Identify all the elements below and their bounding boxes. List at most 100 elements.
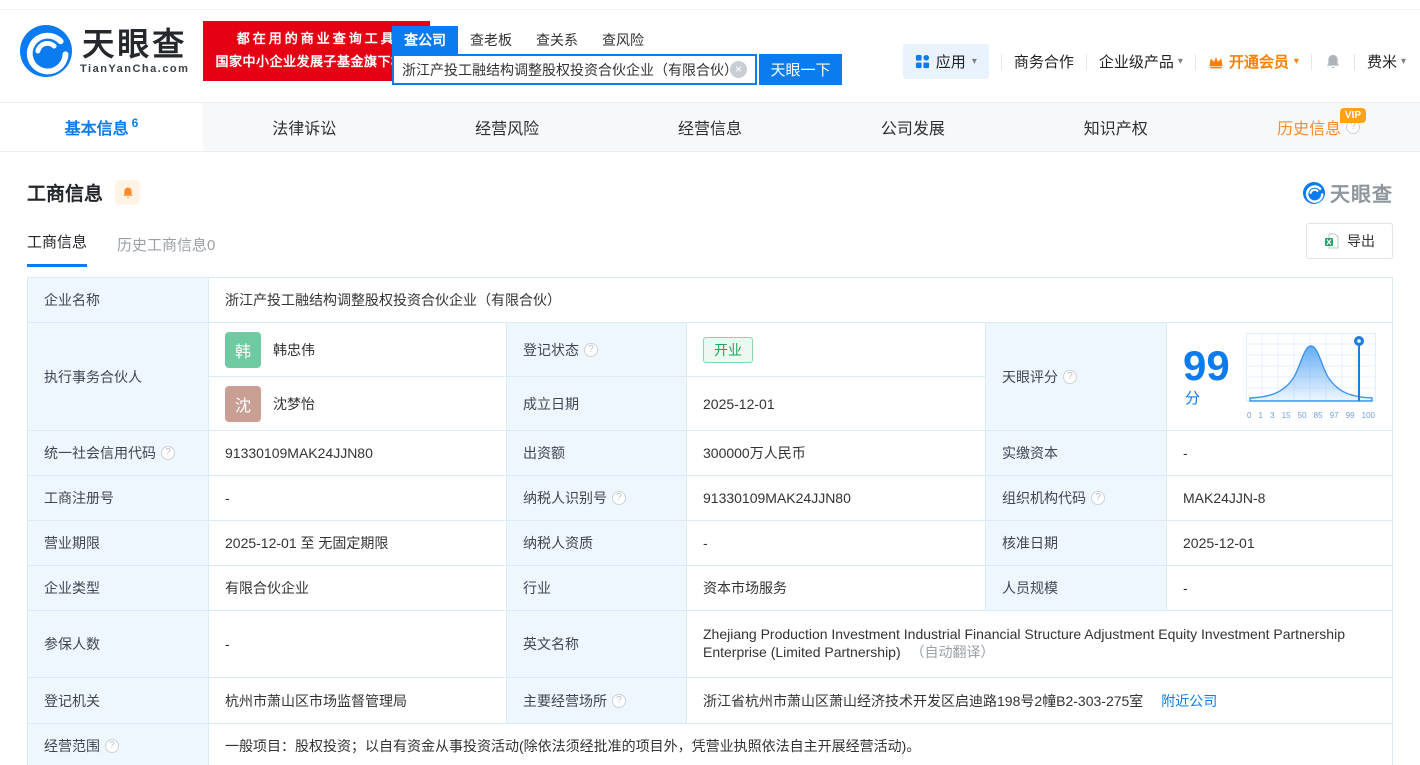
nav-divider xyxy=(1000,53,1002,70)
business-term-value: 2025-12-01 至 无固定期限 xyxy=(208,520,507,566)
partner-name[interactable]: 韩忠伟 xyxy=(273,340,315,360)
app-grid-icon xyxy=(915,54,929,69)
tab-legal-lawsuits[interactable]: 法律诉讼 xyxy=(203,103,406,151)
address-label-cell: 主要经营场所 ? xyxy=(506,677,687,724)
help-icon[interactable]: ? xyxy=(1091,491,1105,505)
nav-business-cooperation[interactable]: 商务合作 xyxy=(1014,51,1074,72)
help-icon[interactable]: ? xyxy=(161,446,175,460)
org-code-label-cell: 组织机构代码 ? xyxy=(985,475,1167,521)
scope-value: 一般项目：股权投资；以自有资金从事投资活动(除依法须经批准的项目外，凭营业执照依… xyxy=(208,723,1393,765)
status-label-cell: 登记状态 ? xyxy=(506,322,687,377)
clear-search-icon[interactable]: × xyxy=(730,61,747,78)
slogan-line2: 国家中小企业发展子基金旗下机构 xyxy=(215,54,418,69)
tab-operating-risk[interactable]: 经营风险 xyxy=(406,103,609,151)
business-info-section: 工商信息 天眼查 工商信息 历史工商信息0 导出 企业名称 浙江产投工融结构调整… xyxy=(0,178,1420,765)
bell-icon xyxy=(1326,54,1339,68)
subtab-history-business-info[interactable]: 历史工商信息0 xyxy=(117,234,215,267)
search-tab-relation[interactable]: 查关系 xyxy=(524,26,590,54)
help-icon[interactable]: ? xyxy=(1063,369,1077,384)
nav-enterprise-products[interactable]: 企业级产品 ▾ xyxy=(1099,51,1183,72)
auto-translate-note: （自动翻译） xyxy=(910,644,995,660)
established-label: 成立日期 xyxy=(506,376,687,431)
status-badge: 开业 xyxy=(703,336,753,363)
paidin-capital-label: 实缴资本 xyxy=(985,430,1167,476)
score-distribution-chart: 01 3 15 50 85 97 99 100 xyxy=(1246,333,1376,420)
avatar[interactable]: 韩 xyxy=(225,331,261,368)
english-name-label: 英文名称 xyxy=(506,610,687,678)
top-divider xyxy=(0,0,1420,10)
tab-history-info[interactable]: VIP 历史信息 ? xyxy=(1217,103,1420,151)
vip-label: 开通会员 xyxy=(1228,54,1289,71)
apps-menu-button[interactable]: 应用 ▾ xyxy=(902,44,989,79)
credit-code-label: 统一社会信用代码 xyxy=(44,445,156,461)
watermark-text: 天眼查 xyxy=(1330,184,1393,206)
score-label: 天眼评分 xyxy=(1002,368,1058,385)
nav-divider xyxy=(1353,53,1355,70)
partner-name[interactable]: 沈梦怡 xyxy=(273,394,315,414)
chevron-down-icon: ▾ xyxy=(1177,56,1183,67)
table-row: 工商注册号 - 纳税人识别号 ? 91330109MAK24JJN80 组织机构… xyxy=(27,475,1393,521)
search-area: 查公司 查老板 查关系 查风险 × 天眼一下 xyxy=(392,26,842,85)
subtab-business-info[interactable]: 工商信息 xyxy=(27,231,88,267)
capital-label: 出资额 xyxy=(506,430,687,476)
username: 费米 xyxy=(1366,54,1397,71)
table-row: 企业类型 有限合伙企业 行业 资本市场服务 人员规模 - xyxy=(27,565,1393,611)
export-button[interactable]: 导出 xyxy=(1306,223,1393,259)
approval-date-value: 2025-12-01 xyxy=(1166,520,1393,566)
search-button[interactable]: 天眼一下 xyxy=(759,54,842,85)
apps-label: 应用 xyxy=(935,54,966,71)
help-icon[interactable]: ? xyxy=(105,739,119,753)
nav-divider xyxy=(1194,53,1196,70)
nav-divider xyxy=(1310,53,1312,70)
established-value: 2025-12-01 xyxy=(686,376,986,431)
company-type-value: 有限合伙企业 xyxy=(208,565,507,611)
search-tab-boss[interactable]: 查老板 xyxy=(458,26,524,54)
scope-label-cell: 经营范围 ? xyxy=(27,723,209,765)
score-label-cell: 天眼评分 ? xyxy=(985,322,1167,431)
help-icon[interactable]: ? xyxy=(612,693,626,708)
score-number: 99分 xyxy=(1183,345,1232,408)
taxpayer-id-label-cell: 纳税人识别号 ? xyxy=(506,475,687,521)
help-icon[interactable]: ? xyxy=(584,342,598,357)
partner-cell: 沈 沈梦怡 xyxy=(208,376,507,431)
company-name-value: 浙江产投工融结构调整股权投资合伙企业（有限合伙） xyxy=(208,277,1393,323)
nearby-companies-link[interactable]: 附近公司 xyxy=(1161,693,1217,709)
capital-value: 300000万人民币 xyxy=(686,430,986,476)
site-header: 天眼查 TianYanCha.com 都在用的商业查询工具 国家中小企业发展子基… xyxy=(0,10,1420,92)
site-logo[interactable]: 天眼查 TianYanCha.com xyxy=(20,25,189,77)
staff-size-value: - xyxy=(1166,565,1393,611)
table-row: 执行事务合伙人 韩 韩忠伟 登记状态 ? 开业 天眼评分 ? 99分 0 1 3… xyxy=(27,322,1393,431)
notification-bell-button[interactable] xyxy=(1324,53,1342,71)
status-label: 登记状态 xyxy=(523,341,579,358)
tab-label: 基本信息 xyxy=(64,121,129,138)
table-row: 统一社会信用代码 ? 91330109MAK24JJN80 出资额 300000… xyxy=(27,430,1393,476)
section-title: 工商信息 xyxy=(27,184,104,205)
avatar[interactable]: 沈 xyxy=(225,385,261,422)
tianyancha-logo-icon xyxy=(1303,181,1325,204)
search-tabs: 查公司 查老板 查关系 查风险 xyxy=(392,26,842,54)
user-menu[interactable]: 费米 ▾ xyxy=(1367,51,1406,72)
tab-label: 历史信息 xyxy=(1277,121,1342,138)
top-nav: 应用 ▾ 商务合作 企业级产品 ▾ 开通会员 ▾ 费米 ▾ xyxy=(902,44,1406,79)
table-row: 营业期限 2025-12-01 至 无固定期限 纳税人资质 - 核准日期 202… xyxy=(27,520,1393,566)
chart-x-ticks: 01 3 15 50 85 97 99 100 xyxy=(1247,411,1375,420)
tab-operating-info[interactable]: 经营信息 xyxy=(609,103,812,151)
search-tab-company[interactable]: 查公司 xyxy=(392,26,458,54)
reg-number-label: 工商注册号 xyxy=(27,475,209,521)
search-input[interactable] xyxy=(402,61,730,78)
search-tab-risk[interactable]: 查风险 xyxy=(590,26,656,54)
monitor-bell-button[interactable] xyxy=(115,180,141,205)
tab-basic-info[interactable]: 基本信息 6 xyxy=(0,103,203,151)
chevron-down-icon: ▾ xyxy=(1400,56,1406,67)
subtab-row: 工商信息 历史工商信息0 导出 xyxy=(27,223,1393,267)
score-unit: 分 xyxy=(1185,390,1201,407)
staff-size-label: 人员规模 xyxy=(985,565,1167,611)
help-icon[interactable]: ? xyxy=(612,491,626,505)
chevron-down-icon: ▾ xyxy=(1293,56,1299,67)
address-label: 主要经营场所 xyxy=(523,692,607,709)
tab-intellectual-property[interactable]: 知识产权 xyxy=(1014,103,1217,151)
open-vip-button[interactable]: 开通会员 ▾ xyxy=(1208,51,1299,72)
org-code-value: MAK24JJN-8 xyxy=(1166,475,1393,521)
tab-company-development[interactable]: 公司发展 xyxy=(811,103,1014,151)
insured-value: - xyxy=(208,610,507,678)
